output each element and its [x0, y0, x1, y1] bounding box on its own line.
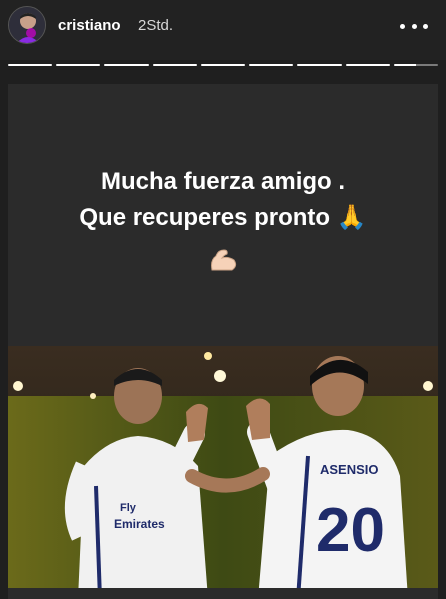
progress-segment [8, 64, 53, 66]
progress-segment [200, 64, 246, 66]
svg-text:20: 20 [316, 496, 385, 565]
caption-line-1: Mucha fuerza amigo . [100, 168, 346, 195]
progress-segment [249, 64, 294, 66]
story-photo: Fly Emirates ASENSIO 20 [8, 346, 438, 599]
avatar[interactable] [8, 6, 46, 44]
progress-segment [104, 64, 149, 66]
svg-text:ASENSIO: ASENSIO [320, 462, 379, 477]
svg-text:Emirates: Emirates [114, 517, 165, 531]
post-time: 2Std. [138, 17, 174, 34]
svg-text:Fly: Fly [120, 502, 137, 514]
progress-segment-current [393, 64, 438, 66]
story-content[interactable]: Mucha fuerza amigo . Que recuperes pront… [8, 84, 438, 599]
profile-avatar-image [9, 7, 45, 43]
flexed-biceps-icon [211, 249, 237, 271]
progress-segment [152, 64, 197, 66]
story-progress-bar [8, 64, 438, 68]
bottom-bar [8, 588, 438, 599]
progress-segment [345, 64, 390, 66]
story-caption: Mucha fuerza amigo . Que recuperes pront… [8, 164, 438, 236]
username[interactable]: cristiano [58, 17, 121, 34]
more-dots-icon[interactable] [396, 14, 432, 38]
caption-line-2: Que recuperes pronto 🙏 [79, 204, 367, 231]
progress-segment [56, 64, 101, 66]
progress-segment [297, 64, 342, 66]
story-header: cristiano 2Std. [0, 0, 446, 60]
